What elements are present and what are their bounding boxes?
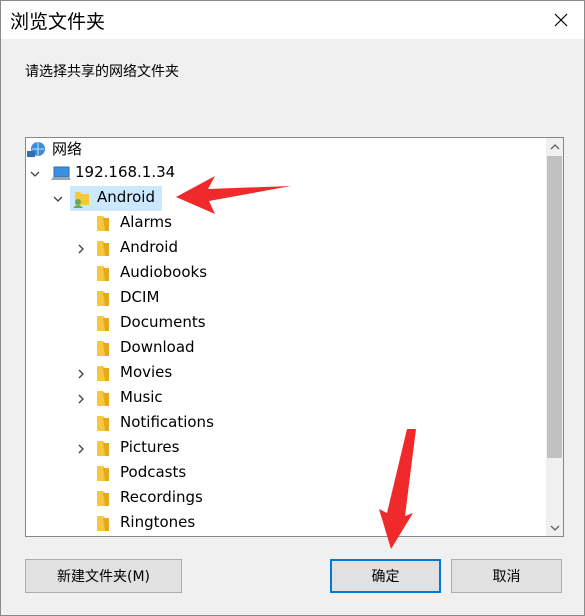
annotation-arrow-left xyxy=(176,176,291,214)
annotation-arrow-down xyxy=(379,429,416,549)
browse-folder-dialog: 浏览文件夹 请选择共享的网络文件夹 网络 192.168.1.34 Androi… xyxy=(0,0,585,616)
annotation-arrows xyxy=(176,176,416,549)
